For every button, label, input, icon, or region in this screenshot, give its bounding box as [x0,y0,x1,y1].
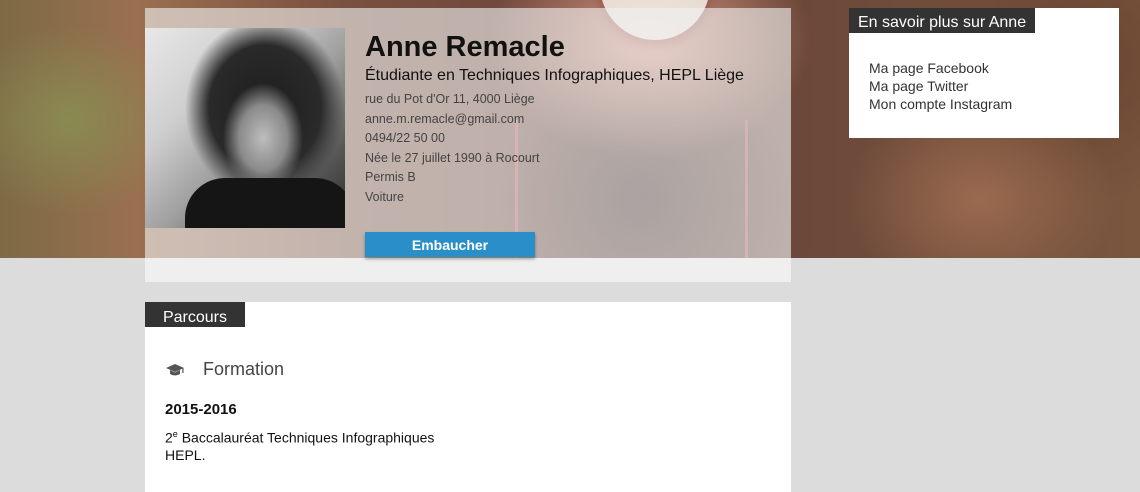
formation-heading: Formation [165,359,284,380]
email-text: anne.m.remacle@gmail.com [365,111,525,126]
profile-info: Anne Remacle Étudiante en Techniques Inf… [365,30,785,207]
phone-text: 0494/22 50 00 [365,131,445,145]
address-text: rue du Pot d'Or 11, 4000 Liège [365,92,535,106]
parcours-title: Parcours [145,302,245,327]
vehicle-text: Voiture [365,189,404,204]
sidebar-links: Ma page Facebook Ma page Twitter Mon com… [869,59,1012,113]
facebook-link[interactable]: Ma page Facebook [869,59,1012,77]
entry-years: 2015-2016 [165,401,237,418]
degree-number: 2 [165,429,173,446]
parcours-card: Parcours Formation 2015-2016 2e Baccalau… [145,302,791,492]
profile-photo-coat [185,178,345,228]
profile-subtitle: Étudiante en Techniques Infographiques, … [365,67,744,84]
degree-title: Baccalauréat Techniques Infographiques [177,429,435,446]
profile-details: rue du Pot d'Or 11, 4000 Liège anne.m.re… [365,90,785,207]
sidebar-title: En savoir plus sur Anne [849,8,1036,33]
entry-degree: 2e Baccalauréat Techniques Infographique… [165,426,434,464]
sidebar-card: En savoir plus sur Anne Ma page Facebook… [849,8,1119,138]
profile-card-footer [145,258,791,282]
birth-text: Née le 27 juillet 1990 à Rocourt [365,150,540,165]
entry-degree-line: 2e Baccalauréat Techniques Infographique… [165,426,434,447]
formation-title: Formation [203,359,285,379]
entry-school: HEPL. [165,446,206,463]
license-text: Permis B [365,170,416,184]
profile-name: Anne Remacle [365,31,565,63]
profile-card: Anne Remacle Étudiante en Techniques Inf… [145,8,791,282]
graduation-cap-icon [165,363,185,377]
hire-button[interactable]: Embaucher [365,232,535,257]
profile-photo [145,28,345,228]
instagram-link[interactable]: Mon compte Instagram [869,95,1012,113]
twitter-link[interactable]: Ma page Twitter [869,77,1012,95]
